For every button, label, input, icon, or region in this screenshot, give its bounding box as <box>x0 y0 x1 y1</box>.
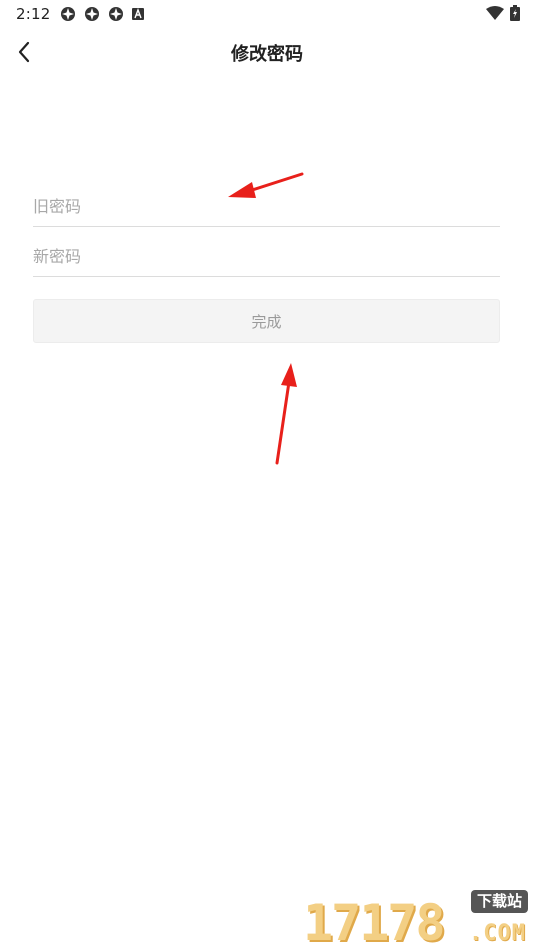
status-system-icons <box>486 5 520 21</box>
status-bar: 2:12 <box>0 0 534 28</box>
watermark-digits: 17178 <box>303 894 446 952</box>
old-password-field <box>33 180 500 227</box>
annotation-arrows <box>228 172 304 465</box>
new-password-field <box>33 230 500 277</box>
annotation-arrow-done-button <box>275 363 297 465</box>
watermark-tag: 下载站 <box>470 890 528 913</box>
app-notification-icon <box>109 7 123 21</box>
site-watermark: 17178 下载站 .COM <box>303 890 528 950</box>
battery-charging-icon <box>510 5 520 21</box>
wifi-icon <box>486 6 504 20</box>
watermark-domain: .COM <box>469 921 526 946</box>
old-password-input[interactable] <box>33 180 500 226</box>
status-time: 2:12 <box>16 5 51 23</box>
app-notification-icon <box>85 7 99 21</box>
done-button[interactable]: 完成 <box>33 299 500 343</box>
app-notification-icon <box>61 7 75 21</box>
nav-bar: 修改密码 <box>0 30 534 74</box>
page-title: 修改密码 <box>231 44 303 65</box>
keyboard-a-icon <box>132 8 144 20</box>
new-password-input[interactable] <box>33 230 500 276</box>
status-notification-icons <box>60 6 144 22</box>
